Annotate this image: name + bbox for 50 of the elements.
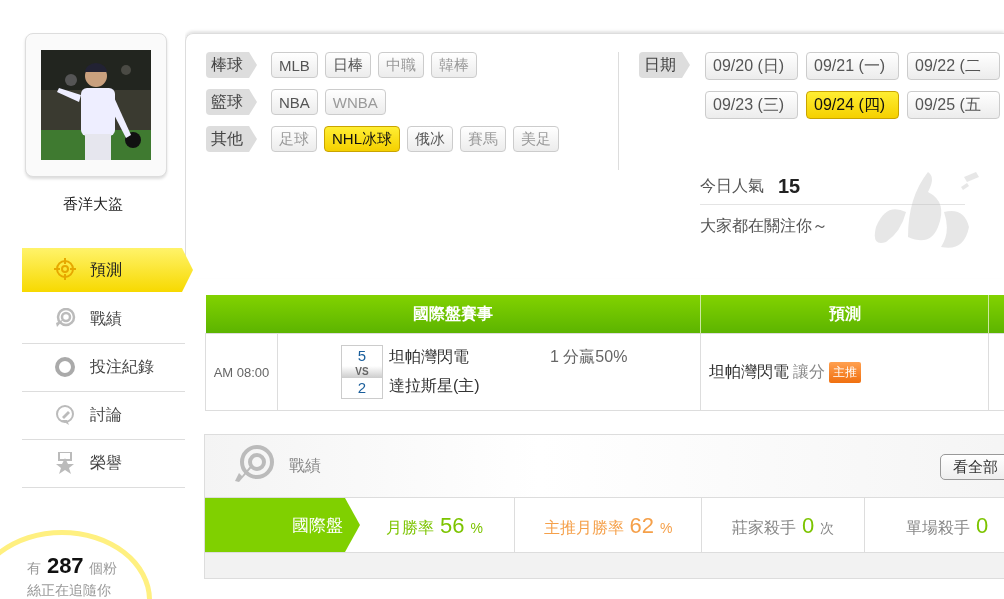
stat-value: 62 — [629, 513, 654, 539]
column-header: 國際盤賽事 — [205, 295, 701, 334]
pick-badge: 主推 — [829, 361, 861, 383]
popularity-label: 今日人氣 — [700, 175, 764, 196]
stat-label: 月勝率 — [386, 518, 435, 538]
league-button[interactable]: NBA — [271, 89, 318, 115]
stat-unit: % — [470, 520, 483, 536]
stat-label: 主推月勝率 — [543, 518, 624, 538]
league-button[interactable]: NHL冰球 — [324, 126, 400, 152]
match-time: AM 08:00 — [205, 333, 278, 411]
menu-item[interactable]: 戰績 — [22, 296, 185, 344]
menu-item[interactable]: 投注紀錄 — [22, 344, 185, 392]
score-box: 5 VS 2 — [341, 345, 383, 399]
team-name: 達拉斯星(主) — [389, 376, 481, 396]
view-all-button[interactable]: 看全部 — [940, 454, 1004, 480]
stat-label: 單場殺手 — [905, 518, 970, 538]
stat-value: 0 — [975, 513, 989, 539]
user-name: 香洋大盜 — [61, 195, 124, 214]
team-name: 坦帕灣閃電 — [389, 347, 470, 367]
stat-label: 莊家殺手 — [731, 518, 796, 538]
league-button[interactable]: 日棒 — [324, 52, 371, 78]
date-button[interactable]: 09/24 (四) — [806, 91, 899, 119]
pick-type: 讓分 — [793, 361, 825, 382]
menu-item[interactable]: 榮譽 — [22, 440, 185, 488]
odds-text: 1 分贏50% — [550, 347, 628, 367]
stat-value: 56 — [440, 513, 465, 539]
date-button[interactable]: 09/25 (五 — [907, 91, 1000, 119]
league-button[interactable]: MLB — [271, 52, 318, 78]
popularity-message: 大家都在關注你～ — [700, 216, 829, 236]
menu-item[interactable]: 預測 — [22, 248, 193, 292]
stat-unit: % — [660, 520, 673, 536]
popularity-count: 15 — [778, 174, 801, 198]
menu-item[interactable]: 討論 — [22, 392, 185, 440]
date-button[interactable]: 09/23 (三) — [705, 91, 798, 119]
stat-value: 0 — [801, 513, 815, 539]
ring-icon — [54, 355, 78, 380]
column-header: 預測 — [700, 295, 989, 334]
date-button[interactable]: 09/21 (一) — [806, 52, 899, 80]
fans-text: 有 287 個粉絲正在追隨你 — [27, 555, 119, 599]
date-label: 日期 — [639, 52, 690, 78]
date-button[interactable]: 09/22 (二 — [907, 52, 1000, 80]
target-icon — [54, 258, 78, 282]
date-button[interactable]: 09/20 (日) — [705, 52, 798, 80]
category-label: 籃球 — [206, 89, 257, 115]
section-title: 戰績 — [289, 455, 321, 476]
pick-team: 坦帕灣閃電 — [709, 361, 789, 382]
category-label: 其他 — [206, 126, 257, 152]
stat-unit: 次 — [820, 520, 835, 538]
league-button[interactable]: 俄冰 — [407, 126, 453, 152]
category-label: 棒球 — [206, 52, 257, 78]
